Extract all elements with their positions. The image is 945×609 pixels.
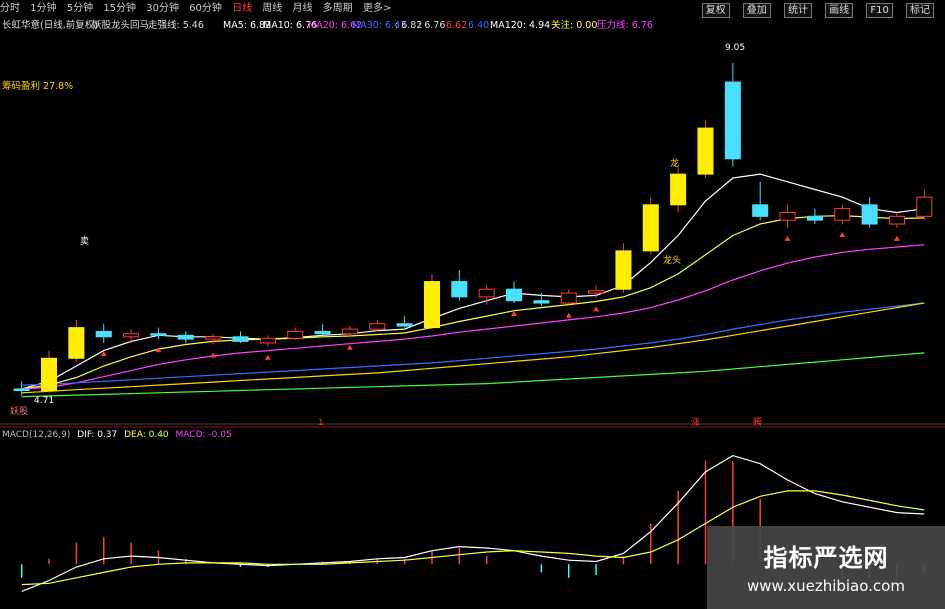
ma20-line [21, 244, 925, 390]
candle-down [451, 281, 468, 298]
candle-down [13, 388, 30, 392]
candle-down [314, 330, 331, 335]
candle-up [123, 333, 140, 338]
candle-down [806, 215, 823, 221]
buy-arrow [593, 306, 600, 312]
moving-average-lines [21, 173, 925, 398]
buy-arrow [346, 344, 353, 350]
buy-arrow [210, 352, 217, 358]
macd-title: MACD(12,26,9) [2, 430, 71, 440]
ma5-line [21, 173, 925, 390]
ma60-line [21, 302, 925, 386]
buy-arrow [264, 354, 271, 360]
candle-down [506, 288, 523, 302]
candle-up [423, 281, 440, 329]
candle-down [150, 333, 167, 336]
candle-up [560, 292, 577, 304]
profit-label: 筹码盈利 27.8% [2, 81, 74, 92]
candle-up [287, 330, 304, 339]
candle-down [533, 300, 550, 304]
candle-up [888, 215, 905, 225]
buy-arrow [784, 235, 791, 241]
candle-down [95, 330, 112, 338]
ma120-line [21, 302, 925, 394]
candle-up [478, 288, 495, 298]
macd-macd: MACD: -0.05 [175, 430, 232, 440]
kline-chart[interactable] [0, 0, 945, 609]
signal-mark-c: 1 [318, 418, 324, 428]
watermark-en: www.xuezhibiao.com [747, 577, 905, 595]
candle-up [369, 323, 386, 330]
macd-dif: DIF: 0.37 [77, 430, 118, 440]
watermark: 指标严选网 www.xuezhibiao.com [707, 526, 945, 609]
candle-up [779, 211, 796, 221]
sell-label: 卖 [80, 237, 90, 247]
candle-up [588, 290, 605, 294]
candle-up [916, 196, 933, 217]
candle-up [615, 250, 632, 290]
candlestick-series [13, 62, 933, 396]
high-price-label: 9.05 [725, 43, 746, 53]
candle-up [259, 337, 276, 344]
buy-arrow [839, 232, 846, 237]
candle-down [724, 81, 741, 160]
candle-up [670, 173, 687, 206]
buy-arrow [893, 235, 900, 241]
candle-up [642, 204, 659, 252]
candle-down [861, 204, 878, 225]
buy-arrow [565, 312, 572, 318]
watermark-cn: 指标严选网 [763, 544, 889, 572]
macd-legend: MACD(12,26,9) DIF: 0.37 DEA: 0.40 MACD: … [2, 430, 232, 440]
candle-down [232, 336, 249, 342]
candle-up [697, 127, 714, 175]
candle-up [205, 336, 222, 340]
candle-down [177, 334, 194, 340]
chart-grid [0, 423, 945, 428]
candle-down [396, 323, 413, 327]
candle-up [341, 328, 358, 335]
dragon-label-1: 龙 [670, 159, 680, 169]
candle-up [41, 357, 58, 392]
ma10-line [21, 214, 925, 390]
dragon-label-2: 龙头 [663, 256, 682, 266]
start-label: 妖股 [10, 407, 29, 417]
signal-mark-b: 腾 [753, 418, 763, 428]
low-price-label: 4.71 [34, 396, 55, 406]
buy-arrow [511, 311, 518, 317]
candle-up [834, 208, 851, 221]
signal-mark-a: 涨 [691, 418, 701, 428]
macd-dea: DEA: 0.40 [124, 430, 169, 440]
candle-down [752, 204, 769, 217]
candle-up [68, 327, 85, 359]
